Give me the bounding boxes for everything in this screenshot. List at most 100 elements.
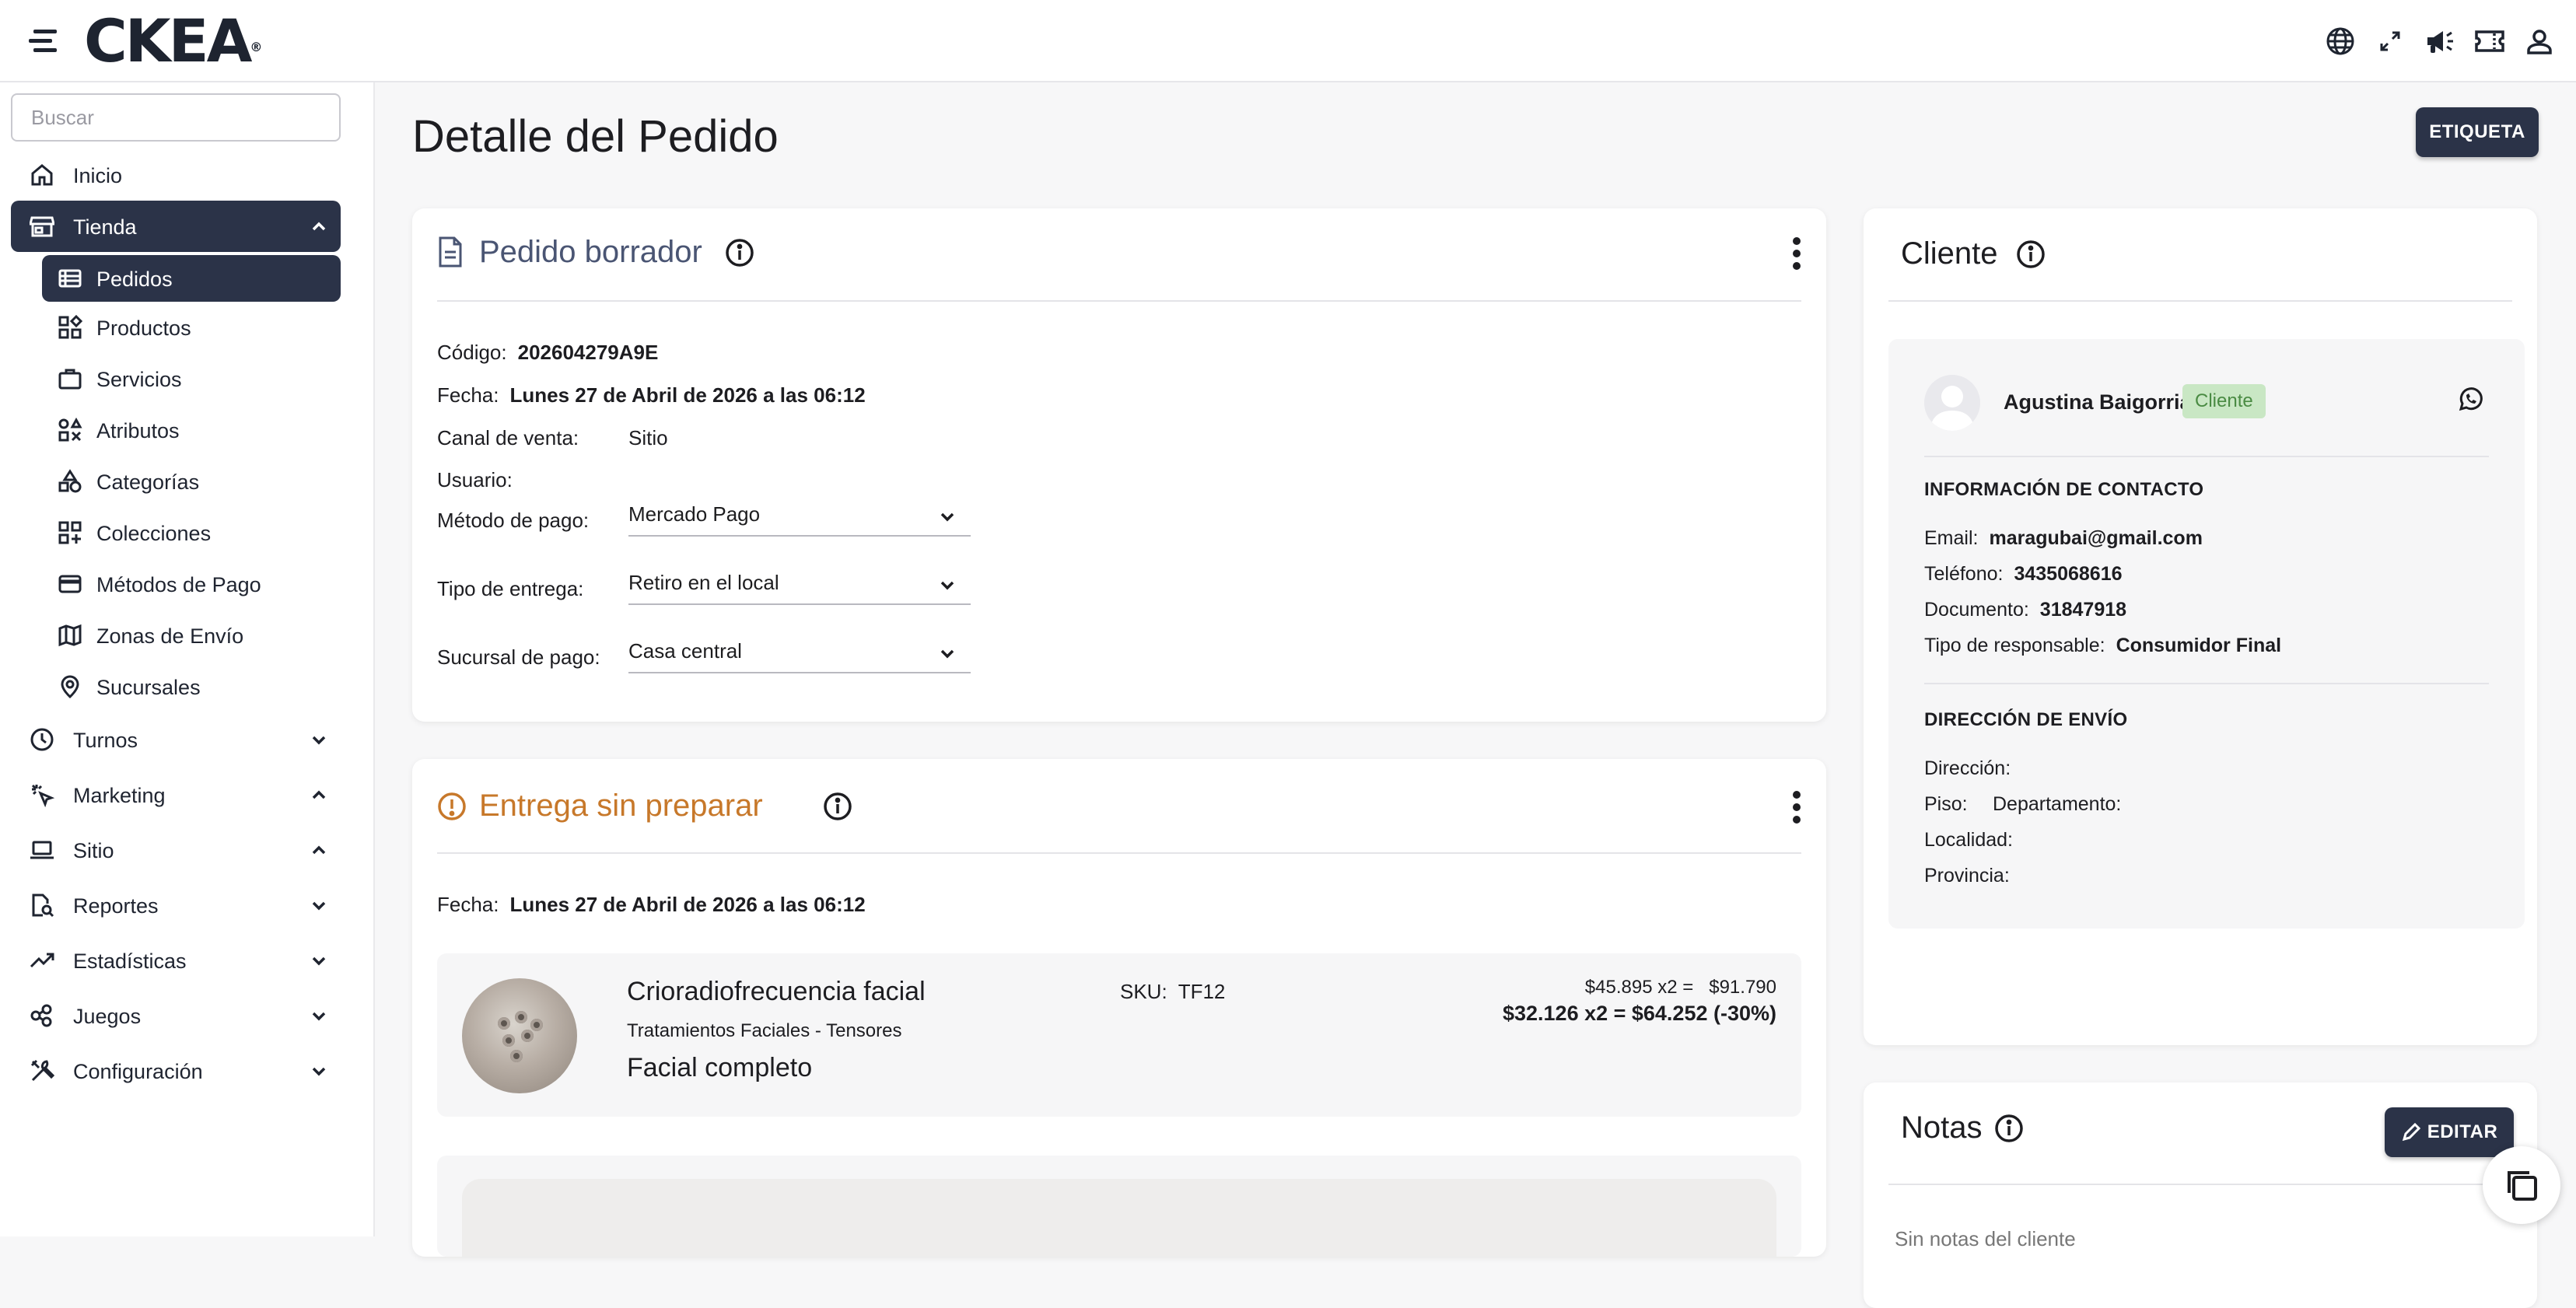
menu-toggle-button[interactable] [23,20,65,62]
credit-card-icon [58,575,82,593]
sidebar-item-label: Productos [96,317,191,340]
sidebar-item-atributos[interactable]: Atributos [42,404,341,456]
tickets-button[interactable] [2469,20,2511,62]
delivery-status-title: Entrega sin preparar [479,789,763,823]
avatar [1924,375,1980,431]
product-thumbnail [462,978,577,1093]
chevron-down-icon [312,957,326,966]
client-phone[interactable]: 3435068616 [2014,563,2122,585]
sidebar-item-turnos[interactable]: Turnos [11,714,341,765]
sidebar-item-label: Juegos [73,1005,142,1028]
marketing-click-icon [31,784,54,807]
chevron-down-icon [940,649,954,659]
payment-method-select[interactable]: Mercado Pago [628,493,971,537]
address-label: Dirección: [1924,757,2011,779]
placeholder-block [462,1179,1776,1257]
briefcase-icon [58,369,82,390]
floor-label: Piso: [1924,793,1968,815]
pending-item-placeholder [437,1156,1801,1257]
sidebar-item-label: Inicio [73,164,123,187]
language-button[interactable] [2319,20,2361,62]
section-divider [1924,683,2489,684]
sidebar-item-servicios[interactable]: Servicios [42,353,341,404]
floating-copy-button[interactable] [2483,1146,2560,1224]
info-icon[interactable] [823,792,852,821]
payment-branch-value: Casa central [628,638,742,663]
sidebar-item-label: Zonas de Envío [96,624,244,648]
client-responsible-row: Tipo de responsable: Consumidor Final [1924,635,2282,656]
chevron-up-icon [312,790,326,799]
info-icon[interactable] [2016,240,2046,269]
trending-up-icon [30,953,54,968]
sidebar-item-pedidos[interactable]: Pedidos [42,255,341,302]
sidebar-item-metodos-de-pago[interactable]: Métodos de Pago [42,558,341,610]
whatsapp-icon[interactable] [2456,386,2484,414]
report-search-icon [32,894,54,918]
delivery-date: Lunes 27 de Abril de 2026 a las 06:12 [509,893,866,916]
client-document-row: Documento: 31847918 [1924,599,2127,621]
client-name[interactable]: Agustina Baigorria [2004,390,2192,414]
fullscreen-icon [2380,31,2400,51]
sidebar-item-marketing[interactable]: Marketing [11,769,341,820]
order-status-title: Pedido borrador [479,235,702,269]
client-responsible: Consumidor Final [2116,635,2282,656]
app-logo[interactable]: CKEA® [84,9,262,73]
card-divider [1888,1184,2512,1185]
account-button[interactable] [2518,20,2560,62]
sidebar-item-label: Marketing [73,784,166,807]
sidebar-item-estadisticas[interactable]: Estadísticas [11,935,341,986]
chevron-down-icon [940,581,954,590]
sidebar-item-tienda[interactable]: Tienda [11,201,341,252]
sidebar-item-zonas-de-envio[interactable]: Zonas de Envío [42,610,341,661]
more-options-icon[interactable] [1789,236,1804,271]
chevron-up-icon [312,845,326,855]
sidebar-item-inicio[interactable]: Inicio [11,149,341,201]
sidebar-item-label: Pedidos [96,268,173,291]
sidebar-item-sitio[interactable]: Sitio [11,824,341,876]
warning-circle-icon [438,792,466,820]
sidebar-item-configuracion[interactable]: Configuración [11,1045,341,1096]
tools-icon [30,1059,54,1082]
product-sku-row: SKU: TF12 [1120,980,1226,1003]
delivery-date-row: Fecha: Lunes 27 de Abril de 2026 a las 06… [437,893,866,916]
client-email[interactable]: maragubai@gmail.com [1989,527,2202,549]
sidebar: Inicio Tienda Pedidos Productos Servicio… [0,82,375,1236]
table-list-icon [58,269,82,288]
info-icon[interactable] [1994,1114,2024,1143]
edit-notes-button[interactable]: EDITAR [2385,1107,2514,1157]
chevron-down-icon [940,512,954,522]
card-divider [1888,300,2512,302]
client-document: 31847918 [2039,599,2127,621]
announcements-button[interactable] [2419,20,2461,62]
sidebar-item-reportes[interactable]: Reportes [11,880,341,931]
sidebar-item-productos[interactable]: Productos [42,302,341,353]
delivery-type-select[interactable]: Retiro en el local [628,561,971,605]
order-user-row: Usuario: [437,468,513,491]
delivery-card: Entrega sin preparar Fecha: Lunes 27 de A… [412,759,1826,1257]
search-input[interactable] [11,93,341,142]
hamburger-icon [29,30,57,52]
megaphone-icon [2427,31,2453,53]
chevron-down-icon [312,736,326,745]
sidebar-item-juegos[interactable]: Juegos [11,990,341,1041]
client-card: Cliente Agustina Baigorria Cliente INFOR… [1864,208,2537,1045]
sidebar-item-categorias[interactable]: Categorías [42,456,341,507]
grid-plus-icon [58,521,82,544]
sidebar-item-label: Categorías [96,470,200,494]
label-button[interactable]: ETIQUETA [2416,107,2539,157]
fullscreen-button[interactable] [2369,20,2411,62]
price-line: $45.895 x2 = $91.790 [1584,977,1776,998]
payment-branch-select[interactable]: Casa central [628,630,971,673]
info-icon[interactable] [725,238,754,268]
more-options-icon[interactable] [1789,790,1804,824]
sidebar-item-label: Turnos [73,729,138,752]
order-card: Pedido borrador Código: 202604279A9E Fech… [412,208,1826,722]
avatar-placeholder-icon [1930,386,1974,431]
chevron-up-icon [312,222,326,231]
product-name[interactable]: Crioradiofrecuencia facial [627,977,926,1007]
globe-icon [2326,27,2354,55]
sidebar-item-label: Estadísticas [73,950,187,973]
sidebar-item-sucursales[interactable]: Sucursales [42,661,341,712]
sidebar-item-colecciones[interactable]: Colecciones [42,507,341,558]
sidebar-item-label: Atributos [96,419,180,442]
